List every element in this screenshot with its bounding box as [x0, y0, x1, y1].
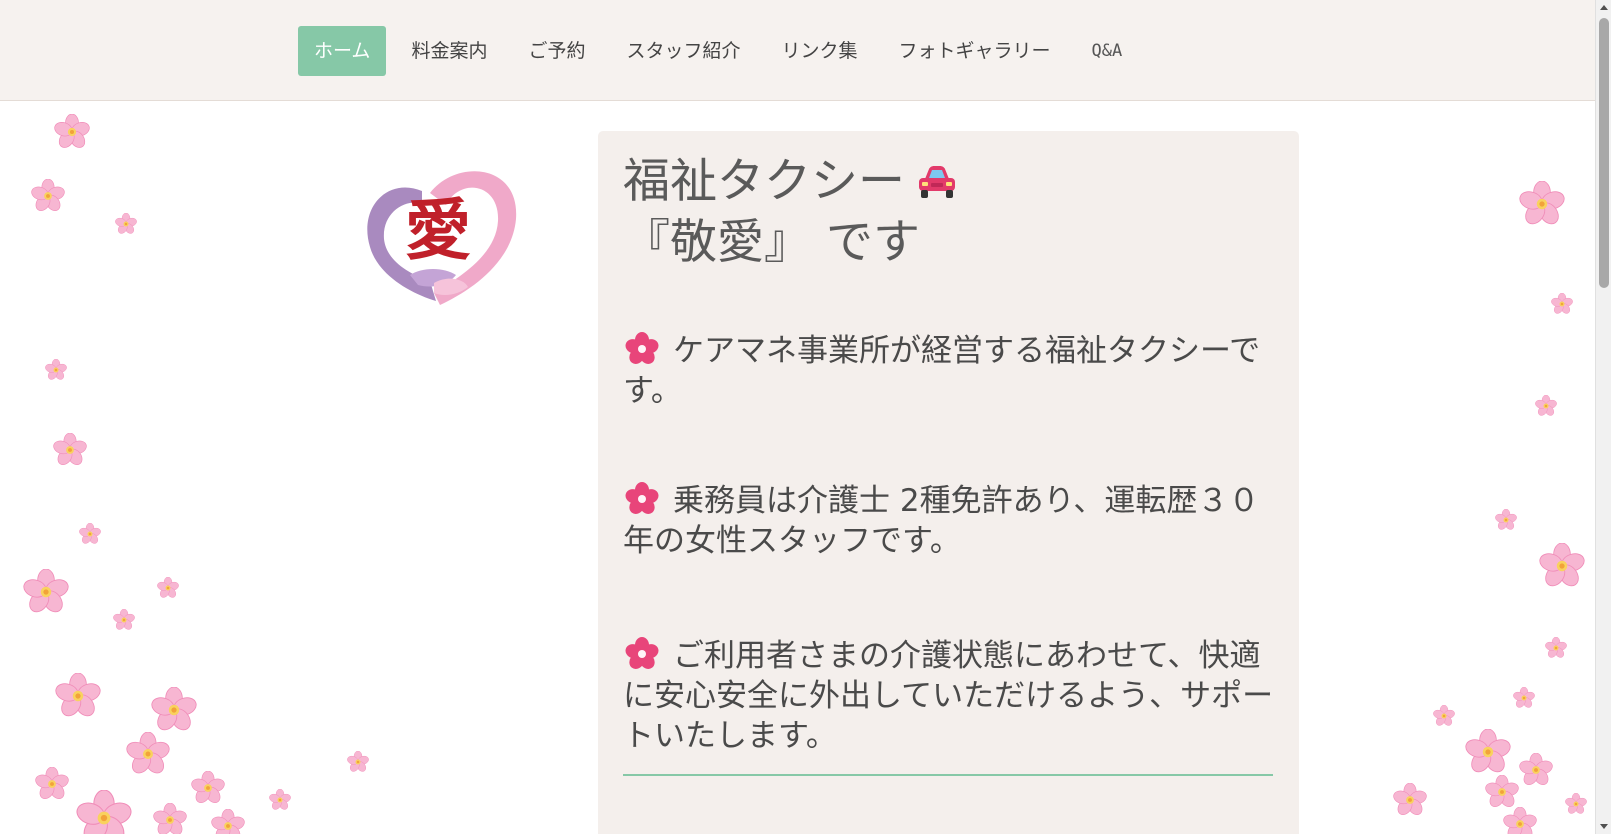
cherry-blossom-decoration — [23, 569, 69, 615]
intro-paragraph: ケアマネ事業所が経営する福祉タクシーです。 — [623, 331, 1283, 411]
cherry-blossom-decoration — [54, 114, 90, 150]
cherry-blossom-decoration — [1503, 807, 1537, 834]
cherry-blossom-decoration — [45, 359, 67, 381]
cherry-blossom-decoration — [211, 809, 245, 834]
page-background: ホーム 料金案内 ご予約 スタッフ紹介 リンク集 フォトギャラリー Q&A 愛 … — [0, 0, 1595, 834]
scroll-thumb[interactable] — [1599, 18, 1609, 288]
cherry-blossom-decoration — [79, 523, 101, 545]
sakura-icon — [625, 332, 659, 366]
cherry-blossom-decoration — [35, 767, 69, 801]
cherry-blossom-decoration — [1495, 509, 1517, 531]
cherry-blossom-decoration — [1539, 543, 1585, 589]
cherry-blossom-decoration — [1519, 181, 1565, 227]
cherry-blossom-decoration — [115, 213, 137, 235]
title-line-2: 『敬愛』 です — [623, 215, 920, 270]
cherry-blossom-decoration — [55, 673, 101, 719]
cherry-blossom-decoration — [126, 732, 170, 776]
intro-paragraph: ご利用者さまの介護状態にあわせて、快適に安心安全に外出していただけるよう、サポー… — [623, 636, 1283, 756]
sakura-icon — [625, 637, 659, 671]
cherry-blossom-decoration — [1565, 793, 1587, 815]
sakura-icon — [625, 482, 659, 516]
cherry-blossom-decoration — [31, 179, 65, 213]
scroll-up-arrow-icon[interactable] — [1596, 0, 1611, 16]
cherry-blossom-decoration — [1545, 637, 1567, 659]
page-title: 福祉タクシー 『敬愛』 です — [623, 151, 1263, 273]
site-logo[interactable]: 愛 — [360, 163, 520, 309]
page-scrollbar[interactable] — [1595, 0, 1611, 834]
nav-item-reservation[interactable]: ご予約 — [513, 26, 600, 76]
intro-paragraph-text: 乗務員は介護士 2種免許あり、運転歴３０年の女性スタッフです。 — [623, 483, 1260, 559]
logo-text: 愛 — [405, 191, 471, 269]
cherry-blossom-decoration — [1485, 775, 1519, 809]
cherry-blossom-decoration — [269, 789, 291, 811]
cherry-blossom-decoration — [347, 751, 369, 773]
nav-item-qa[interactable]: Q&A — [1077, 26, 1138, 76]
cherry-blossom-decoration — [1465, 729, 1511, 775]
nav-item-home[interactable]: ホーム — [298, 26, 387, 76]
cherry-blossom-decoration — [157, 577, 179, 599]
nav-item-pricing[interactable]: 料金案内 — [396, 26, 502, 76]
cherry-blossom-decoration — [1519, 753, 1553, 787]
intro-paragraph-text: ご利用者さまの介護状態にあわせて、快適に安心安全に外出していただけるよう、サポー… — [623, 638, 1274, 754]
cherry-blossom-decoration — [191, 771, 225, 805]
cherry-blossom-decoration — [153, 803, 187, 834]
cherry-blossom-decoration — [151, 687, 197, 733]
cherry-blossom-decoration — [1513, 687, 1535, 709]
scroll-down-arrow-icon[interactable] — [1596, 818, 1611, 834]
cherry-blossom-decoration — [1551, 293, 1573, 315]
nav-item-staff[interactable]: スタッフ紹介 — [611, 26, 755, 76]
intro-card: 福祉タクシー 『敬愛』 です ケアマネ事業所が経営する福祉タクシーです。 乗務員… — [598, 131, 1299, 834]
nav-item-links[interactable]: リンク集 — [766, 26, 872, 76]
title-line-1: 福祉タクシー — [623, 154, 905, 209]
cherry-blossom-decoration — [1433, 705, 1455, 727]
main-nav: ホーム 料金案内 ご予約 スタッフ紹介 リンク集 フォトギャラリー Q&A — [298, 26, 1148, 76]
cherry-blossom-decoration — [53, 433, 87, 467]
intro-paragraph: 乗務員は介護士 2種免許あり、運転歴３０年の女性スタッフです。 — [623, 481, 1283, 561]
nav-item-photo-gallery[interactable]: フォトギャラリー — [884, 26, 1066, 76]
cherry-blossom-decoration — [1393, 783, 1427, 817]
cherry-blossom-decoration — [113, 609, 135, 631]
site-header: ホーム 料金案内 ご予約 スタッフ紹介 リンク集 フォトギャラリー Q&A — [0, 0, 1595, 101]
section-divider — [623, 774, 1273, 776]
car-icon — [917, 165, 957, 199]
cherry-blossom-decoration — [1535, 395, 1557, 417]
intro-paragraph-text: ケアマネ事業所が経営する福祉タクシーです。 — [623, 333, 1261, 409]
cherry-blossom-decoration — [76, 790, 132, 834]
